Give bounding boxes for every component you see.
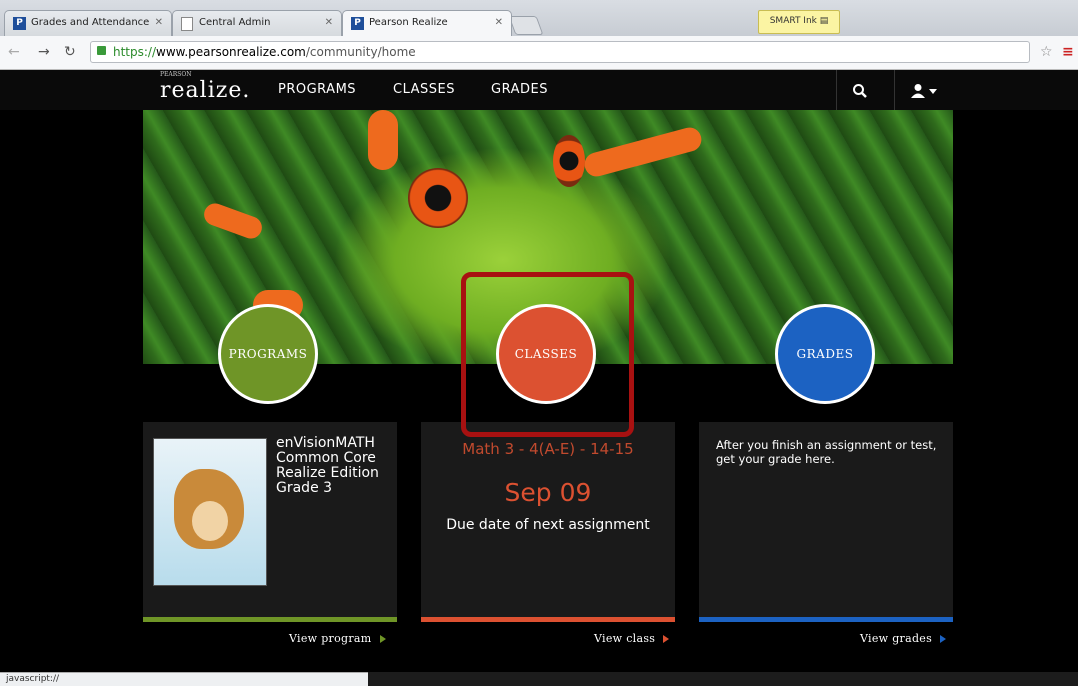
frog-leg bbox=[201, 200, 265, 242]
realize-logo[interactable]: PEARSON realize. bbox=[160, 71, 251, 103]
frog-eye bbox=[408, 168, 468, 228]
arrow-right-icon bbox=[379, 635, 386, 643]
nav-grades[interactable]: GRADES bbox=[491, 82, 548, 97]
tab-pearson-realize[interactable]: P Pearson Realize ✕ bbox=[342, 10, 512, 36]
forward-arrow-icon[interactable]: → bbox=[38, 44, 50, 60]
page-footer bbox=[368, 672, 1078, 686]
view-grades-label: View grades bbox=[860, 632, 933, 645]
grades-circle-button[interactable]: GRADES bbox=[775, 304, 875, 404]
browser-tab-bar: P Grades and Attendance ✕ Central Admin … bbox=[0, 0, 1078, 36]
view-program-label: View program bbox=[289, 632, 372, 645]
nav-programs[interactable]: PROGRAMS bbox=[278, 82, 356, 97]
frog-eye bbox=[553, 135, 585, 187]
url-domain: www.pearsonrealize.com bbox=[156, 45, 306, 59]
program-book-cover[interactable] bbox=[153, 438, 267, 586]
due-date-caption: Due date of next assignment bbox=[446, 517, 650, 533]
tab-label: Pearson Realize bbox=[369, 17, 448, 28]
pearson-wordmark: PEARSON bbox=[160, 71, 192, 78]
smart-ink-extension[interactable]: SMART Ink ▤ bbox=[758, 10, 840, 34]
view-grades-link[interactable]: View grades bbox=[860, 632, 947, 645]
url-scheme: https:// bbox=[113, 45, 157, 59]
tab-grades-and-attendance[interactable]: P Grades and Attendance ✕ bbox=[4, 10, 172, 36]
browser-status-bar: javascript:// bbox=[0, 672, 368, 686]
logo-text: realize. bbox=[160, 78, 251, 103]
arrow-right-icon bbox=[663, 635, 670, 643]
arrow-right-icon bbox=[940, 635, 947, 643]
frog-leg bbox=[368, 110, 398, 170]
pearson-favicon-icon: P bbox=[13, 17, 26, 30]
view-program-link[interactable]: View program bbox=[289, 632, 386, 645]
url-path: /community/home bbox=[305, 45, 416, 59]
pearson-favicon-icon: P bbox=[351, 17, 364, 30]
view-class-label: View class bbox=[594, 632, 656, 645]
nav-classes[interactable]: CLASSES bbox=[393, 82, 455, 97]
close-tab-icon[interactable]: ✕ bbox=[155, 17, 163, 28]
class-name[interactable]: Math 3 - 4(A-E) - 14-15 bbox=[421, 440, 675, 458]
bookmark-star-icon[interactable]: ☆ bbox=[1040, 44, 1053, 60]
document-icon bbox=[181, 17, 193, 31]
address-bar-row: ← → ↻ https://www.pearsonrealize.com/com… bbox=[0, 36, 1078, 70]
close-tab-icon[interactable]: ✕ bbox=[495, 17, 503, 28]
frog-leg bbox=[581, 124, 705, 180]
otter-belly bbox=[192, 501, 228, 541]
lock-icon bbox=[97, 46, 106, 55]
reload-icon[interactable]: ↻ bbox=[64, 44, 76, 60]
close-tab-icon[interactable]: ✕ bbox=[325, 17, 333, 28]
new-tab-button[interactable] bbox=[508, 16, 544, 35]
chrome-menu-icon[interactable]: ≡ bbox=[1062, 44, 1074, 60]
tab-central-admin[interactable]: Central Admin ✕ bbox=[172, 10, 342, 36]
view-class-link[interactable]: View class bbox=[594, 632, 670, 645]
tab-label: Central Admin bbox=[199, 17, 271, 28]
user-menu-icon[interactable] bbox=[894, 70, 953, 110]
smart-ink-label: SMART Ink bbox=[769, 16, 817, 26]
class-accent-bar bbox=[421, 617, 675, 622]
grades-accent-bar bbox=[699, 617, 953, 622]
url-field[interactable]: https://www.pearsonrealize.com/community… bbox=[90, 41, 1030, 63]
search-icon[interactable] bbox=[836, 70, 883, 110]
classes-highlight-box bbox=[461, 272, 634, 437]
program-title[interactable]: enVisionMATH Common Core Realize Edition… bbox=[276, 436, 396, 496]
grades-card[interactable]: After you finish an assignment or test, … bbox=[699, 422, 953, 622]
back-arrow-icon[interactable]: ← bbox=[8, 44, 20, 60]
program-accent-bar bbox=[143, 617, 397, 622]
program-card[interactable]: enVisionMATH Common Core Realize Edition… bbox=[143, 422, 397, 622]
tab-label: Grades and Attendance bbox=[31, 17, 150, 28]
programs-circle-button[interactable]: PROGRAMS bbox=[218, 304, 318, 404]
next-due-date: Sep 09 bbox=[504, 478, 592, 507]
grades-description: After you finish an assignment or test, … bbox=[716, 438, 937, 466]
class-card[interactable]: Math 3 - 4(A-E) - 14-15 Sep 09 Due date … bbox=[421, 422, 675, 622]
